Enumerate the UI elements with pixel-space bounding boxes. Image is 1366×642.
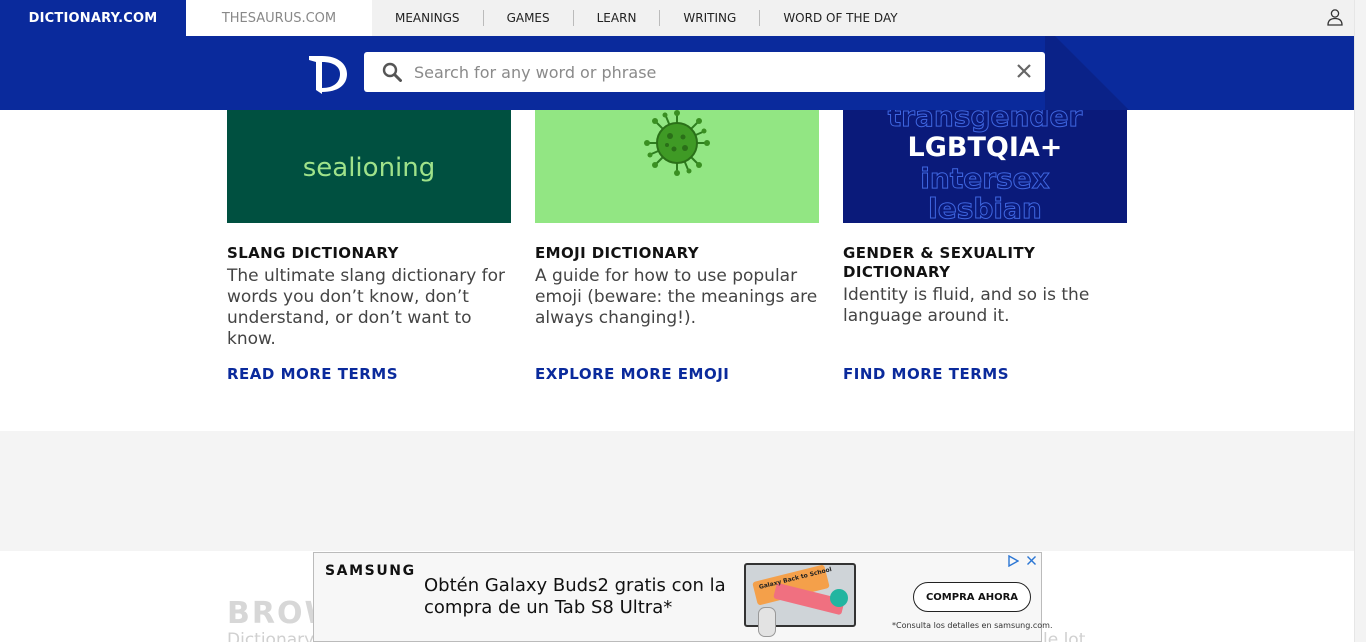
nav-link-writing[interactable]: WRITING: [659, 10, 759, 26]
dictionary-logo[interactable]: [308, 52, 348, 94]
site-header: [0, 36, 1354, 110]
tab-thesaurus[interactable]: THESAURUS.COM: [186, 0, 372, 36]
card-title: SLANG DICTIONARY: [227, 244, 399, 262]
gender-card-image[interactable]: transgender LGBTQIA+ intersex lesbian: [843, 110, 1127, 223]
browse-subtext: Dictionary: [227, 630, 315, 642]
find-more-terms-link[interactable]: FIND MORE TERMS: [843, 365, 1009, 383]
explore-more-emoji-link[interactable]: EXPLORE MORE EMOJI: [535, 365, 729, 383]
header-shadow: [1045, 36, 1129, 110]
card-description: Identity is fluid, and so is the languag…: [843, 285, 1090, 326]
nav-link-meanings[interactable]: MEANINGS: [372, 10, 483, 26]
nav-link-word-of-the-day[interactable]: WORD OF THE DAY: [759, 10, 920, 26]
read-more-terms-link[interactable]: READ MORE TERMS: [227, 365, 398, 383]
user-icon[interactable]: [1326, 8, 1344, 26]
close-icon[interactable]: [1015, 62, 1033, 80]
gender-image-word: LGBTQIA+: [907, 132, 1063, 163]
tab-dictionary[interactable]: DICTIONARY.COM: [0, 0, 186, 36]
slang-image-word: sealioning: [302, 152, 436, 183]
card-description: A guide for how to use popular emoji (be…: [535, 266, 818, 328]
card-description: The ultimate slang dictionary for words …: [227, 266, 506, 349]
ad-earbuds-image: [758, 607, 776, 637]
card-gender-sexuality: transgender LGBTQIA+ intersex lesbian GE…: [843, 110, 1127, 327]
card-slang: sealioning SLANG DICTIONARY The ultimate…: [227, 110, 511, 350]
ad-headline: Obtén Galaxy Buds2 gratis con la compra …: [424, 575, 726, 618]
slang-card-image[interactable]: sealioning: [227, 110, 511, 223]
search-bar: [364, 52, 1045, 92]
samsung-ad[interactable]: SAMSUNG Obtén Galaxy Buds2 gratis con la…: [313, 552, 1053, 642]
ad-band: [0, 431, 1354, 551]
gender-image-word: transgender: [887, 110, 1083, 134]
card-title: EMOJI DICTIONARY: [535, 244, 700, 262]
top-nav: DICTIONARY.COM THESAURUS.COM MEANINGS GA…: [0, 0, 1354, 36]
page-scrollbar[interactable]: [1354, 0, 1366, 642]
search-input[interactable]: [414, 62, 994, 82]
adchoices-icon[interactable]: [1007, 555, 1019, 567]
emoji-card-image[interactable]: [535, 110, 819, 223]
nav-link-games[interactable]: GAMES: [482, 10, 573, 26]
gender-image-word: lesbian: [928, 192, 1043, 224]
virus-icon: [644, 110, 710, 176]
browse-subtext-tail: le lot: [1043, 630, 1086, 642]
ad-disclaimer: *Consulta los detalles en samsung.com.: [892, 621, 1053, 630]
ad-close-icon[interactable]: [1026, 555, 1037, 566]
search-icon[interactable]: [382, 62, 402, 82]
card-title: GENDER & SEXUALITY DICTIONARY: [843, 244, 1036, 281]
ad-brand: SAMSUNG: [325, 563, 416, 579]
nav-link-learn[interactable]: LEARN: [572, 10, 660, 26]
ad-cta-button[interactable]: COMPRA AHORA: [913, 582, 1031, 612]
gender-image-word: intersex: [920, 162, 1050, 196]
card-emoji: EMOJI DICTIONARY A guide for how to use …: [535, 110, 819, 329]
nav-links: MEANINGS GAMES LEARN WRITING WORD OF THE…: [372, 0, 921, 36]
